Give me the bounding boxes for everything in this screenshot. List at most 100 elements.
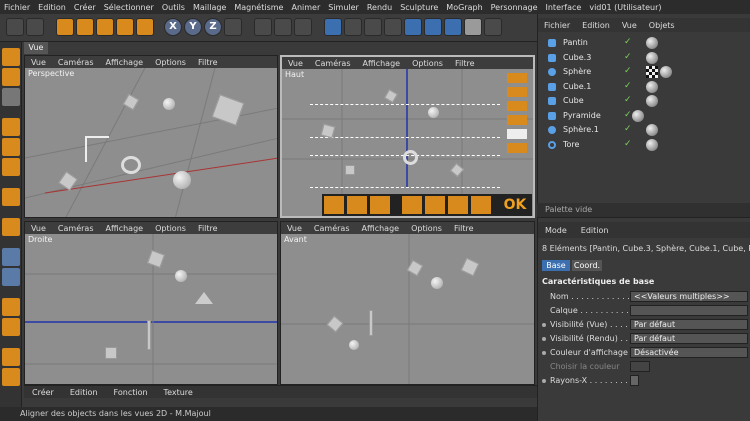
render-picture-viewer-icon[interactable] <box>274 18 292 36</box>
vp-menu-filtre[interactable]: Filtre <box>192 58 224 67</box>
select-tool-icon[interactable] <box>56 18 74 36</box>
render-settings-icon[interactable] <box>294 18 312 36</box>
om-menu-edition[interactable]: Edition <box>576 21 616 30</box>
object-row[interactable]: Pyramide ✓ <box>538 109 750 124</box>
vp-menu-filtre[interactable]: Filtre <box>448 224 480 233</box>
om-menu-objets[interactable]: Objets <box>643 21 681 30</box>
redo-icon[interactable] <box>26 18 44 36</box>
distribute-bottom-icon[interactable] <box>507 143 527 153</box>
vp-menu-options[interactable]: Options <box>149 224 192 233</box>
layer-field[interactable] <box>630 305 748 316</box>
check-icon[interactable]: ✓ <box>624 37 632 47</box>
checker-tag-icon[interactable] <box>646 66 658 78</box>
material-tag-icon[interactable] <box>632 109 644 122</box>
puppet-object[interactable] <box>369 310 373 336</box>
object-row[interactable]: Cube ✓ <box>538 94 750 109</box>
keyframe-dot-icon[interactable] <box>542 351 546 355</box>
edges-mode-icon[interactable] <box>2 138 20 156</box>
visibility-render-select[interactable]: Par défaut <box>630 333 748 344</box>
menu-maillage[interactable]: Maillage <box>189 3 230 12</box>
menu-magnetisme[interactable]: Magnétisme <box>230 3 287 12</box>
menu-rendu[interactable]: Rendu <box>363 3 396 12</box>
viewport-droite[interactable]: Vue Caméras Affichage Options Filtre Dro… <box>24 221 278 385</box>
sphere-object[interactable] <box>173 171 191 189</box>
viewport-avant[interactable]: Vue Caméras Affichage Options Filtre Ava… <box>280 221 535 385</box>
cube-object[interactable] <box>105 347 117 359</box>
vp-menu-cameras[interactable]: Caméras <box>52 58 100 67</box>
cube-object[interactable] <box>345 165 355 175</box>
menu-selectionner[interactable]: Sélectionner <box>100 3 158 12</box>
menu-mograph[interactable]: MoGraph <box>442 3 486 12</box>
material-tag-icon[interactable] <box>646 51 658 64</box>
undo-icon[interactable] <box>6 18 24 36</box>
torus-object[interactable] <box>121 156 141 174</box>
material-tag-icon[interactable] <box>660 66 672 78</box>
spacing-icon[interactable] <box>471 196 491 214</box>
check-icon[interactable]: ✓ <box>624 81 632 91</box>
align-left-icon[interactable] <box>324 196 344 214</box>
object-row[interactable]: Cube.1 ✓ <box>538 80 750 95</box>
menu-personnage[interactable]: Personnage <box>487 3 542 12</box>
points-mode-icon[interactable] <box>2 118 20 136</box>
menu-edition[interactable]: Edition <box>34 3 70 12</box>
camera-icon[interactable] <box>444 18 462 36</box>
vp-menu-vue[interactable]: Vue <box>25 58 52 67</box>
axis-mode-icon[interactable] <box>2 188 20 206</box>
layout-selector[interactable]: vid01 (Utilisateur) <box>585 3 665 12</box>
coordinate-system-icon[interactable] <box>224 18 242 36</box>
paint-icon[interactable] <box>2 298 20 316</box>
puppet-object[interactable] <box>85 136 109 162</box>
magnet-icon[interactable] <box>2 218 20 236</box>
menu-sculpture[interactable]: Sculpture <box>396 3 442 12</box>
distribute-left-icon[interactable] <box>402 196 422 214</box>
mat-menu-fonction[interactable]: Fonction <box>106 388 156 397</box>
sphere-object[interactable] <box>163 98 175 110</box>
locked-workplane-icon[interactable] <box>2 268 20 286</box>
object-row[interactable]: Pantin ✓ <box>538 36 750 51</box>
keyframe-dot-icon[interactable] <box>542 337 546 341</box>
vp-menu-affichage[interactable]: Affichage <box>355 224 405 233</box>
check-icon[interactable]: ✓ <box>624 110 632 120</box>
menu-creer[interactable]: Créer <box>70 3 100 12</box>
object-row[interactable]: Sphère.1 ✓ <box>538 123 750 138</box>
xray-checkbox[interactable] <box>630 375 639 386</box>
cube-primitive-icon[interactable] <box>324 18 342 36</box>
material-tag-icon[interactable] <box>646 124 658 136</box>
vp-menu-filtre[interactable]: Filtre <box>192 224 224 233</box>
vp-menu-vue[interactable]: Vue <box>25 224 52 233</box>
distribute-top-icon[interactable] <box>507 115 527 125</box>
om-menu-fichier[interactable]: Fichier <box>538 21 576 30</box>
x-axis-lock-icon[interactable]: X <box>164 18 182 36</box>
y-axis-lock-icon[interactable]: Y <box>184 18 202 36</box>
tab-base[interactable]: Base <box>542 260 570 271</box>
name-field[interactable]: <<Valeurs multiples>> <box>630 291 748 302</box>
sphere-object[interactable] <box>428 107 439 118</box>
vp-menu-options[interactable]: Options <box>149 58 192 67</box>
material-tag-icon[interactable] <box>646 95 658 107</box>
distribute-center-icon[interactable] <box>507 129 527 139</box>
attr-menu-mode[interactable]: Mode <box>538 226 574 235</box>
mat-menu-edition[interactable]: Edition <box>62 388 106 397</box>
pyramid-object[interactable] <box>195 292 213 304</box>
check-icon[interactable]: ✓ <box>624 124 632 134</box>
scale-tool-icon[interactable] <box>96 18 114 36</box>
menu-simuler[interactable]: Simuler <box>324 3 363 12</box>
object-row[interactable]: Tore ✓ <box>538 138 750 153</box>
sphere-object[interactable] <box>431 277 443 289</box>
align-center-icon[interactable] <box>507 87 527 97</box>
vp-menu-vue[interactable]: Vue <box>281 224 308 233</box>
vp-menu-options[interactable]: Options <box>405 224 448 233</box>
vp-menu-affichage[interactable]: Affichage <box>356 59 406 68</box>
recent-tools-icon[interactable] <box>136 18 154 36</box>
knife-icon[interactable] <box>2 348 20 366</box>
extra-tool-icon[interactable] <box>484 18 502 36</box>
texture-mode-icon[interactable] <box>2 68 20 86</box>
torus-object[interactable] <box>403 150 418 165</box>
attr-menu-edition[interactable]: Edition <box>574 226 616 235</box>
check-icon[interactable]: ✓ <box>624 52 632 62</box>
viewport-haut[interactable]: Vue Caméras Affichage Options Filtre Hau… <box>280 55 535 218</box>
vp-menu-options[interactable]: Options <box>406 59 449 68</box>
vp-menu-cameras[interactable]: Caméras <box>52 224 100 233</box>
render-view-icon[interactable] <box>254 18 272 36</box>
brush-icon[interactable] <box>2 368 20 386</box>
